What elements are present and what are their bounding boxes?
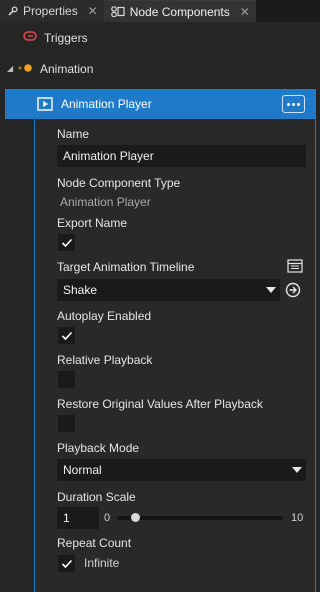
tree-item-triggers[interactable]: Triggers bbox=[0, 22, 320, 53]
tab-bar: Properties ✕ Node Components ✕ bbox=[0, 0, 320, 22]
trigger-icon bbox=[23, 30, 37, 45]
tab-node-components-label: Node Components bbox=[129, 4, 230, 19]
infinite-checkbox[interactable] bbox=[58, 555, 75, 572]
component-tree: Triggers ◢ Animation bbox=[0, 22, 320, 84]
chevron-down-icon bbox=[266, 287, 276, 293]
playback-mode-dropdown[interactable]: Normal bbox=[57, 459, 306, 481]
expand-arrow-icon[interactable]: ◢ bbox=[7, 64, 17, 73]
tree-item-animation[interactable]: ◢ Animation bbox=[0, 53, 320, 84]
repeat-count-label: Repeat Count bbox=[57, 536, 132, 550]
properties-panel: Name Animation Player Node Component Typ… bbox=[34, 119, 316, 592]
duration-scale-input[interactable]: 1 bbox=[57, 507, 99, 529]
wrench-icon bbox=[7, 5, 18, 17]
playback-mode-label: Playback Mode bbox=[57, 441, 140, 455]
tree-item-animation-player[interactable]: Animation Player bbox=[5, 89, 316, 119]
timeline-icon[interactable] bbox=[287, 259, 303, 273]
duration-slider[interactable] bbox=[117, 516, 283, 520]
animation-player-icon bbox=[37, 97, 53, 111]
autoplay-label: Autoplay Enabled bbox=[57, 309, 152, 323]
export-name-label: Export Name bbox=[57, 216, 128, 230]
node-components-icon bbox=[110, 6, 125, 17]
animation-icon bbox=[17, 62, 33, 76]
name-field[interactable]: Animation Player bbox=[57, 145, 306, 167]
restore-values-label: Restore Original Values After Playback bbox=[57, 397, 263, 411]
timeline-label: Target Animation Timeline bbox=[57, 260, 195, 274]
checkmark-icon bbox=[61, 331, 72, 340]
tab-properties-label: Properties bbox=[23, 4, 78, 18]
restore-values-checkbox[interactable] bbox=[58, 415, 75, 432]
relative-playback-label: Relative Playback bbox=[57, 353, 153, 367]
tree-item-label: Triggers bbox=[44, 30, 88, 45]
more-options-button[interactable] bbox=[282, 95, 305, 113]
close-icon[interactable]: ✕ bbox=[87, 4, 99, 18]
checkmark-icon bbox=[61, 559, 72, 568]
name-label: Name bbox=[57, 127, 90, 141]
autoplay-checkbox[interactable] bbox=[58, 327, 75, 344]
export-name-checkbox[interactable] bbox=[58, 234, 75, 251]
duration-max-label: 10 bbox=[291, 512, 304, 524]
duration-min-label: 0 bbox=[104, 512, 111, 524]
go-to-arrow-icon[interactable] bbox=[285, 282, 301, 298]
duration-scale-label: Duration Scale bbox=[57, 490, 136, 504]
duration-slider-handle[interactable] bbox=[131, 513, 140, 522]
chevron-down-icon bbox=[292, 467, 302, 473]
checkmark-icon bbox=[61, 238, 72, 247]
type-value: Animation Player bbox=[60, 195, 151, 209]
close-icon[interactable]: ✕ bbox=[239, 5, 251, 19]
tree-item-label: Animation Player bbox=[61, 97, 152, 111]
timeline-value: Shake bbox=[63, 283, 98, 297]
tab-properties[interactable]: Properties ✕ bbox=[0, 0, 104, 22]
timeline-dropdown[interactable]: Shake bbox=[57, 279, 280, 301]
playback-mode-value: Normal bbox=[63, 463, 102, 477]
type-label: Node Component Type bbox=[57, 176, 181, 190]
relative-playback-checkbox[interactable] bbox=[58, 371, 75, 388]
infinite-label: Infinite bbox=[84, 556, 120, 570]
tree-item-label: Animation bbox=[40, 61, 94, 76]
tab-node-components[interactable]: Node Components ✕ bbox=[103, 0, 256, 22]
